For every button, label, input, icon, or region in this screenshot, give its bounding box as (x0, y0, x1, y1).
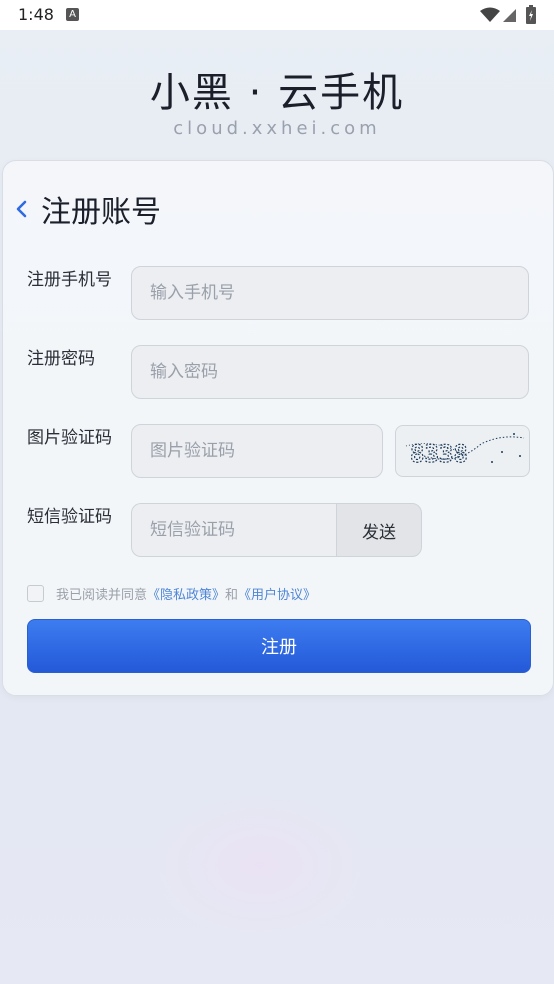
captcha-noise-graphic: 8338 (405, 433, 525, 469)
agreement-row: 我已阅读并同意 《隐私政策》 和 《用户协议》 (27, 583, 316, 603)
brand-title: 小黑 · 云手机 (149, 70, 405, 116)
back-button[interactable] (9, 197, 33, 221)
signal-icon (503, 9, 516, 22)
register-card: 注册账号 注册手机号 注册密码 图片验证码 8338 短信验证码 发送 我已阅读… (2, 160, 554, 696)
phone-input[interactable] (131, 266, 529, 320)
password-input[interactable] (131, 345, 529, 399)
register-button[interactable]: 注册 (27, 619, 531, 673)
agree-and: 和 (225, 587, 239, 603)
send-sms-button[interactable]: 发送 (336, 503, 422, 557)
wifi-icon (480, 7, 500, 22)
captcha-label: 图片验证码 (27, 428, 112, 448)
chevron-left-icon (16, 200, 27, 218)
captcha-input[interactable] (131, 424, 383, 478)
notification-a-icon: A (66, 8, 79, 21)
status-time: 1:48 (18, 5, 54, 24)
background-glow (150, 790, 370, 940)
user-agreement-link[interactable]: 《用户协议》 (238, 584, 316, 603)
agree-checkbox[interactable] (27, 584, 44, 602)
phone-label: 注册手机号 (27, 270, 112, 290)
agree-prefix: 我已阅读并同意 (56, 587, 148, 603)
privacy-policy-link[interactable]: 《隐私政策》 (147, 584, 225, 603)
sms-code-input[interactable] (131, 503, 337, 557)
page-title: 注册账号 (41, 195, 161, 230)
captcha-image[interactable]: 8338 (395, 425, 530, 477)
battery-icon (526, 5, 536, 24)
brand-subtitle: cloud.xxhei.com (173, 118, 381, 139)
status-bar: 1:48 A (0, 0, 554, 30)
captcha-text: 8338 (410, 440, 468, 468)
sms-label: 短信验证码 (27, 507, 112, 527)
password-label: 注册密码 (27, 349, 95, 369)
